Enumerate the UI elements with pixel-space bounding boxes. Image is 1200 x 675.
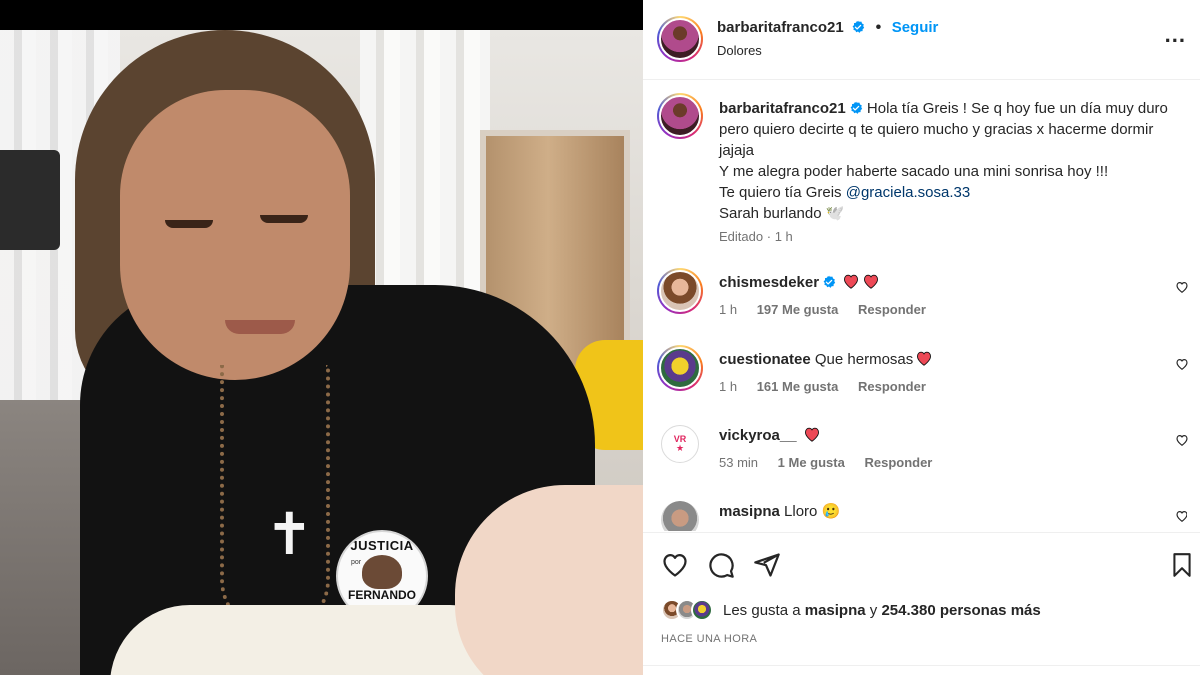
photo-woman-eye-right (260, 215, 308, 223)
pin-bottom-text: FERNANDO (348, 588, 416, 602)
caption-username[interactable]: barbaritafranco21 (719, 100, 846, 117)
photo-woman-smile (225, 320, 295, 334)
comment-line: masipna Lloro 🥲 (719, 502, 840, 520)
comment-reply-button[interactable]: Responder (858, 302, 926, 317)
header-separator: • (875, 19, 882, 36)
likes-middle: y (865, 601, 882, 619)
comment-username[interactable]: vickyroa__ (719, 427, 797, 444)
red-heart-icon (804, 427, 819, 442)
red-heart-icon (844, 274, 859, 289)
photo-lamp (0, 150, 60, 250)
red-heart-icon (917, 351, 932, 366)
share-icon[interactable] (753, 551, 781, 579)
pin-top-text: JUSTICIA (350, 538, 414, 553)
comment-meta: 1 h 197 Me gusta Responder (719, 302, 942, 317)
heart-icon[interactable] (661, 551, 689, 579)
caption-time[interactable]: 1 h (775, 229, 793, 244)
verified-badge-icon (823, 275, 836, 288)
likes-prefix: Les gusta a (723, 601, 805, 619)
comment-item: cuestionatee Que hermosas 1 h 161 Me gus… (657, 345, 1189, 405)
comment-likes[interactable]: 197 Me gusta (757, 302, 839, 317)
caption-meta: Editado · 1 h (719, 229, 793, 244)
caption-mention-link[interactable]: @graciela.sosa.33 (846, 184, 970, 201)
comment-meta: 53 min 1 Me gusta Responder (719, 455, 948, 470)
post-header: barbaritafranco21 • Seguir Dolores ... (643, 0, 1200, 80)
comment-avatar-image (659, 270, 701, 312)
verified-badge-icon (852, 20, 865, 33)
red-heart-icon (864, 274, 879, 289)
author-avatar[interactable] (657, 16, 703, 62)
comment-meta: 1 h 161 Me gusta Responder (719, 379, 942, 394)
comment-line: chismesdeker (719, 273, 880, 291)
comment-like-heart-icon[interactable] (1175, 509, 1187, 523)
comment-likes[interactable]: 161 Me gusta (757, 379, 839, 394)
comment-text: Lloro 🥲 (784, 503, 841, 520)
photo-woman-face (120, 90, 350, 380)
author-username[interactable]: barbaritafranco21 (717, 19, 844, 36)
comment-like-heart-icon[interactable] (1175, 280, 1189, 294)
comment-avatar[interactable] (661, 501, 699, 531)
pin-portrait (362, 555, 402, 589)
comment-avatar[interactable]: VR ★ (661, 425, 699, 463)
post-location[interactable]: Dolores (717, 43, 762, 58)
likes-count-link[interactable]: 254.380 personas más (881, 602, 1040, 619)
post-photo[interactable]: ✝ JUSTICIA por FERNANDO (0, 30, 643, 675)
comment-like-heart-icon[interactable] (1175, 357, 1189, 371)
header-user-line: barbaritafranco21 • Seguir (717, 19, 938, 37)
author-avatar-image (659, 18, 701, 60)
comment-input-divider (643, 665, 1200, 675)
comment-icon[interactable] (707, 551, 735, 579)
comment-time[interactable]: 1 h (719, 379, 737, 394)
comment-time[interactable]: 1 h (719, 302, 737, 317)
comment-item: VR ★ vickyroa__ 53 min 1 Me gusta Respond… (657, 421, 1189, 481)
comment-username[interactable]: chismesdeker (719, 274, 819, 291)
comment-like-heart-icon[interactable] (1175, 433, 1189, 447)
caption-line-4: Sarah burlando 🕊️ (719, 205, 845, 222)
comment-line: cuestionatee Que hermosas (719, 350, 933, 368)
comment-likes[interactable]: 1 Me gusta (778, 455, 845, 470)
likes-user-link[interactable]: masipna (805, 602, 866, 619)
caption-author-avatar[interactable] (657, 93, 703, 139)
comment-avatar[interactable] (657, 268, 703, 314)
likers-avatars (661, 599, 713, 621)
comment-reply-button[interactable]: Responder (858, 379, 926, 394)
comment-username[interactable]: masipna (719, 503, 780, 520)
post-side-panel: barbaritafranco21 • Seguir Dolores ... b… (643, 0, 1200, 675)
post-timestamp[interactable]: HACE UNA HORA (661, 633, 757, 645)
comment-item: chismesdeker 1 h 197 Me gusta Responder (657, 268, 1189, 328)
liker-avatar (691, 599, 713, 621)
comment-line: vickyroa__ (719, 426, 821, 444)
post-photo-pane: ✝ JUSTICIA por FERNANDO (0, 0, 643, 675)
comment-item: masipna Lloro 🥲 (657, 497, 1187, 531)
likes-summary[interactable]: Les gusta a masipna y 254.380 personas m… (661, 599, 1041, 621)
more-options-icon[interactable]: ... (1165, 24, 1186, 46)
post-actions-bar: Les gusta a masipna y 254.380 personas m… (643, 532, 1200, 675)
caption-line-3: Te quiero tía Greis (719, 184, 846, 201)
caption-text: barbaritafranco21 Hola tía Greis ! Se q … (719, 98, 1189, 224)
vicky-logo-icon: VR ★ (673, 434, 687, 453)
comment-reply-button[interactable]: Responder (864, 455, 932, 470)
comment-time[interactable]: 53 min (719, 455, 758, 470)
photo-cross-pendant: ✝ (265, 500, 314, 568)
caption-line-2: Y me alegra poder haberte sacado una min… (719, 163, 1109, 180)
comment-username[interactable]: cuestionatee (719, 351, 811, 368)
caption-dot: · (766, 229, 772, 244)
verified-badge-icon (850, 101, 862, 114)
caption-avatar-image (659, 95, 701, 137)
follow-button[interactable]: Seguir (892, 19, 939, 36)
photo-woman-eye-left (165, 220, 213, 228)
save-bookmark-icon[interactable] (1169, 551, 1195, 579)
comment-avatar[interactable] (657, 345, 703, 391)
caption-edited-label: Editado (719, 229, 764, 244)
comment-avatar-image (659, 347, 701, 389)
comment-text: Que hermosas (814, 351, 914, 368)
pin-mid-text: por (350, 559, 362, 566)
likes-text: Les gusta a masipna y 254.380 personas m… (723, 602, 1041, 619)
